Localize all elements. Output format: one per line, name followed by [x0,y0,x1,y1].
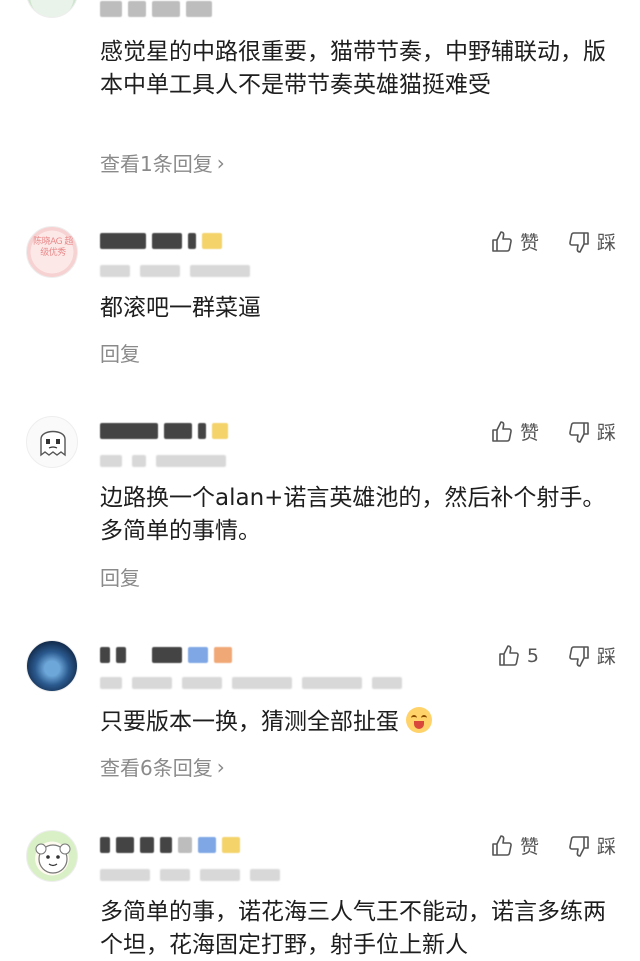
like-label: 赞 [519,232,539,254]
username-blurred[interactable] [100,834,240,856]
username-blurred[interactable] [100,420,228,442]
dislike-button[interactable]: 踩 [567,228,616,255]
like-label: 赞 [519,836,539,858]
comment-4: 5 踩 只要版本一换，猜测全部扯蛋 查看6条回复 › [0,636,640,796]
avatar[interactable] [26,830,78,882]
chevron-right-icon: › [216,150,225,175]
like-button[interactable]: 赞 [490,228,539,255]
comment-actions: 赞 踩 [490,228,616,255]
like-button[interactable]: 5 [497,644,539,668]
dislike-label: 踩 [596,836,616,858]
comment-text: 多简单的事，诺花海三人气王不能动，诺言多练两个坦，花海固定打野，射手位上新人 [100,899,606,958]
like-count: 5 [526,644,539,667]
username-blurred[interactable] [100,644,232,666]
ghost-avatar-icon [40,430,66,457]
thumbs-up-icon [499,644,519,666]
meta-blurred [100,868,280,882]
view-replies-link[interactable]: 查看1条回复 › [100,148,225,177]
dislike-button[interactable]: 踩 [567,418,616,445]
reply-label: 回复 [100,566,140,590]
comment-actions: 赞 踩 [490,418,616,445]
comment-5: 赞 踩 多简单的事，诺花海三人气王不能动，诺言多练两个坦，花海固定打野，射手位上… [0,826,640,961]
view-replies-link[interactable]: 查看6条回复 › [100,752,225,781]
meta-blurred [100,454,226,468]
dislike-label: 踩 [596,422,616,444]
comment-text-body: 只要版本一换，猜测全部扯蛋 [100,709,399,735]
thumbs-down-icon [569,645,589,667]
comment-actions: 5 踩 [497,642,616,669]
comment-text: 感觉星的中路很重要，猫带节奏，中野辅联动，版本中单工具人不是带节奏英雄猫挺难受 [100,39,606,98]
sheep-avatar-icon [35,843,71,874]
comment-2: 陈晓AG 超级优秀 赞 踩 都滚吧一群菜逼 回复 [0,222,640,382]
avatar[interactable] [26,640,78,692]
username-blurred[interactable] [100,0,212,20]
avatar[interactable] [26,416,78,468]
reply-link[interactable]: 回复 [100,562,140,591]
meta-blurred [100,264,250,278]
like-button[interactable]: 赞 [490,832,539,859]
like-label: 赞 [519,422,539,444]
view-replies-label: 查看1条回复 [100,152,213,176]
comment-text: 都滚吧一群菜逼 [100,295,261,321]
thumbs-up-icon [492,230,512,252]
thumbs-down-icon [569,421,589,443]
like-button[interactable]: 赞 [490,418,539,445]
dislike-button[interactable]: 踩 [567,642,616,669]
view-replies-label: 查看6条回复 [100,756,213,780]
dislike-button[interactable]: 踩 [567,832,616,859]
avatar[interactable] [26,0,78,18]
dislike-label: 踩 [596,232,616,254]
dislike-label: 踩 [596,646,616,668]
reply-link[interactable]: 回复 [100,338,140,367]
thumbs-down-icon [569,835,589,857]
thumbs-up-icon [492,834,512,856]
reply-label: 回复 [100,342,140,366]
comment-text: 边路换一个alan+诺言英雄池的，然后补个射手。多简单的事情。 [100,485,606,544]
username-blurred[interactable] [100,230,222,252]
comment-1: 感觉星的中路很重要，猫带节奏，中野辅联动，版本中单工具人不是带节奏英雄猫挺难受 … [0,0,640,200]
comment-3: 赞 踩 边路换一个alan+诺言英雄池的，然后补个射手。多简单的事情。 回复 [0,412,640,602]
thumbs-down-icon [569,231,589,253]
grinning-emoji-icon [406,707,433,733]
chevron-right-icon: › [216,754,225,779]
comment-actions: 赞 踩 [490,832,616,859]
avatar-text: 陈晓AG 超级优秀 [33,237,73,258]
thumbs-up-icon [492,420,512,442]
avatar[interactable]: 陈晓AG 超级优秀 [26,226,78,278]
comment-text: 只要版本一换，猜测全部扯蛋 [100,706,610,739]
meta-blurred [100,676,402,690]
